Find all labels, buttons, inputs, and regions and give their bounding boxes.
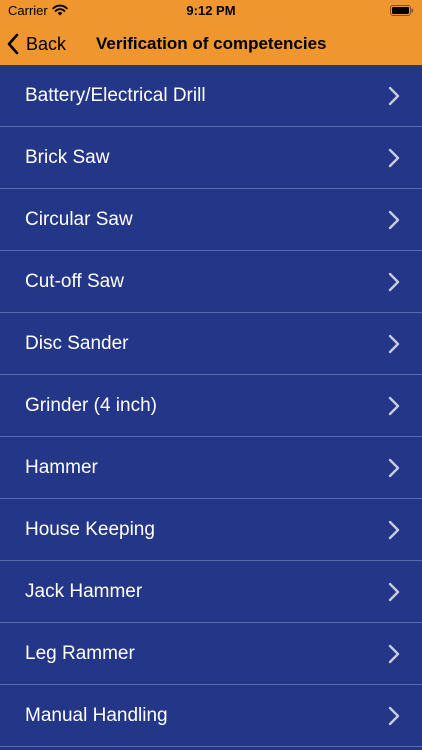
list-item-label: Manual Handling (25, 705, 168, 726)
list-item-label: Leg Rammer (25, 643, 135, 664)
chevron-right-icon (388, 520, 400, 540)
list-item-label: Cut-off Saw (25, 271, 124, 292)
navigation-bar: Back Verification of competencies (0, 22, 422, 65)
page-title: Verification of competencies (96, 34, 327, 53)
chevron-right-icon (388, 148, 400, 168)
status-bar: Carrier 9:12 PM (0, 0, 422, 22)
chevron-right-icon (388, 210, 400, 230)
list-item[interactable]: House Keeping (0, 499, 422, 561)
chevron-right-icon (388, 396, 400, 416)
battery-icon (390, 5, 414, 16)
list-item-label: Battery/Electrical Drill (25, 85, 206, 106)
chevron-right-icon (388, 644, 400, 664)
list-item-label: Disc Sander (25, 333, 129, 354)
chevron-right-icon (388, 334, 400, 354)
chevron-right-icon (388, 272, 400, 292)
list-item-label: Brick Saw (25, 147, 110, 168)
list-item[interactable]: Battery/Electrical Drill (0, 65, 422, 127)
chevron-right-icon (388, 86, 400, 106)
top-bar: Carrier 9:12 PM Back Verification of com… (0, 0, 422, 65)
list-item[interactable]: Jack Hammer (0, 561, 422, 623)
list-item[interactable]: Circular Saw (0, 189, 422, 251)
list-item-label: House Keeping (25, 519, 155, 540)
chevron-right-icon (388, 458, 400, 478)
back-button[interactable]: Back (6, 22, 66, 65)
chevron-left-icon (7, 33, 19, 54)
list-item[interactable]: Brick Saw (0, 127, 422, 189)
list-item[interactable]: Disc Sander (0, 313, 422, 375)
list-item[interactable]: Hammer (0, 437, 422, 499)
list-item[interactable]: Leg Rammer (0, 623, 422, 685)
list-item-label: Circular Saw (25, 209, 133, 230)
app-screen: Carrier 9:12 PM Back Verification of com… (0, 0, 422, 750)
status-time: 9:12 PM (186, 3, 236, 18)
list-item-label: Hammer (25, 457, 98, 478)
list-item-label: Grinder (4 inch) (25, 395, 157, 416)
list-item[interactable]: Manual Handling (0, 685, 422, 747)
chevron-right-icon (388, 706, 400, 726)
competency-list: Battery/Electrical Drill Brick Saw Circu… (0, 65, 422, 747)
list-item[interactable]: Grinder (4 inch) (0, 375, 422, 437)
chevron-right-icon (388, 582, 400, 602)
list-item-label: Jack Hammer (25, 581, 143, 602)
list-item[interactable]: Cut-off Saw (0, 251, 422, 313)
back-label: Back (26, 33, 67, 54)
